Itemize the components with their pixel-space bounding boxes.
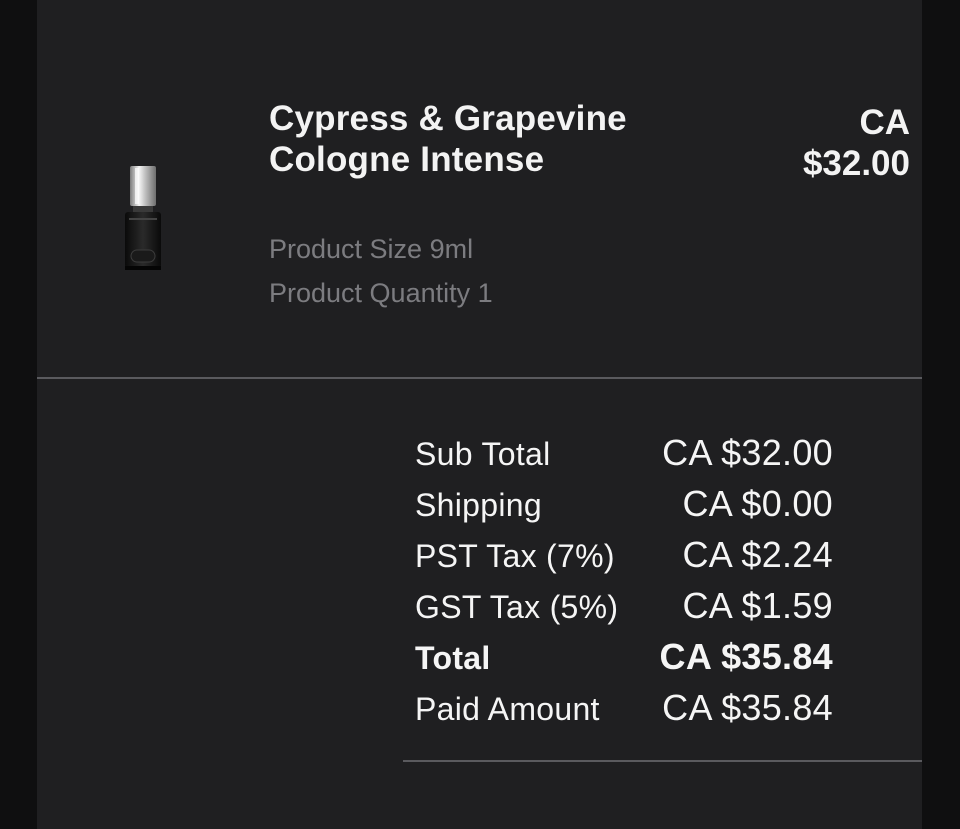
divider (37, 377, 922, 379)
summary-label: Paid Amount (415, 691, 600, 727)
summary-row-paid-amount: Paid Amount CA $35.84 (415, 687, 833, 738)
summary-value: CA $1.59 (682, 585, 833, 626)
product-price-currency: CA (859, 103, 910, 142)
product-name: Cypress & Grapevine Cologne Intense (269, 99, 627, 179)
summary-value: CA $0.00 (682, 483, 833, 524)
summary-row-pst-tax: PST Tax (7%) CA $2.24 (415, 534, 833, 585)
summary-label: GST Tax (5%) (415, 589, 619, 625)
summary-label: Total (415, 640, 491, 676)
order-summary: Sub Total CA $32.00 Shipping CA $0.00 PS… (415, 432, 833, 738)
cologne-bottle-icon (123, 166, 163, 272)
order-panel: Cypress & Grapevine Cologne Intense Prod… (37, 0, 922, 829)
product-line-item: Cypress & Grapevine Cologne Intense Prod… (37, 0, 922, 378)
product-size: Product Size 9ml (269, 234, 474, 264)
product-quantity: Product Quantity 1 (269, 278, 493, 308)
product-price-amount: $32.00 (802, 144, 910, 183)
summary-value: CA $32.00 (662, 432, 833, 473)
summary-label: Sub Total (415, 436, 551, 472)
product-price: CA $32.00 (730, 102, 910, 184)
summary-value: CA $35.84 (662, 687, 833, 728)
summary-row-gst-tax: GST Tax (5%) CA $1.59 (415, 585, 833, 636)
summary-label: Shipping (415, 487, 542, 523)
summary-value: CA $2.24 (682, 534, 833, 575)
divider (403, 760, 922, 762)
summary-label: PST Tax (7%) (415, 538, 615, 574)
summary-row-total: Total CA $35.84 (415, 636, 833, 687)
summary-value: CA $35.84 (659, 636, 833, 677)
summary-row-subtotal: Sub Total CA $32.00 (415, 432, 833, 483)
summary-row-shipping: Shipping CA $0.00 (415, 483, 833, 534)
